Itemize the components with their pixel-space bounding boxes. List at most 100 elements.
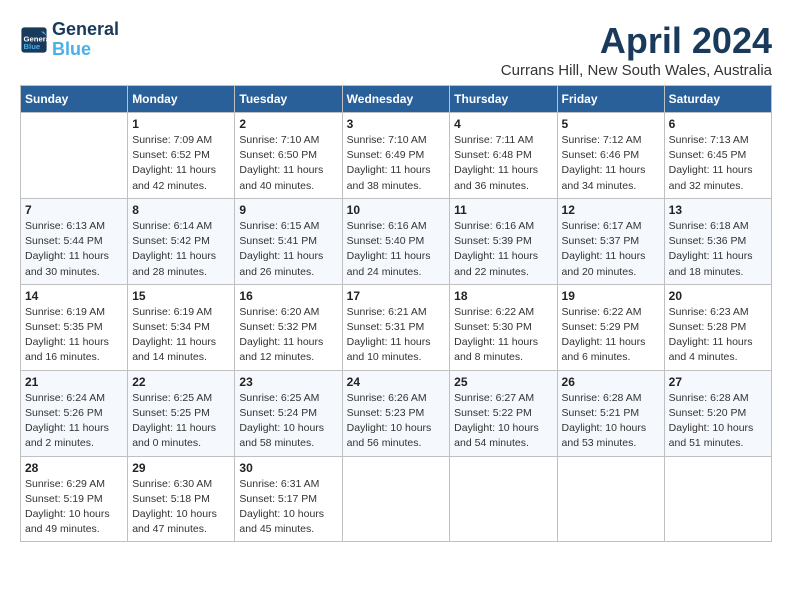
day-number: 21 xyxy=(25,375,123,389)
weekday-header-row: SundayMondayTuesdayWednesdayThursdayFrid… xyxy=(21,86,772,113)
day-info: Sunrise: 6:14 AM Sunset: 5:42 PM Dayligh… xyxy=(132,219,230,280)
day-number: 28 xyxy=(25,461,123,475)
day-number: 23 xyxy=(239,375,337,389)
calendar-cell: 26 Sunrise: 6:28 AM Sunset: 5:21 PM Dayli… xyxy=(557,370,664,456)
weekday-header-friday: Friday xyxy=(557,86,664,113)
day-info: Sunrise: 6:18 AM Sunset: 5:36 PM Dayligh… xyxy=(669,219,767,280)
day-info: Sunrise: 6:19 AM Sunset: 5:35 PM Dayligh… xyxy=(25,305,123,366)
title-block: April 2024 Currans Hill, New South Wales… xyxy=(501,20,772,79)
day-info: Sunrise: 6:22 AM Sunset: 5:30 PM Dayligh… xyxy=(454,305,552,366)
day-info: Sunrise: 6:21 AM Sunset: 5:31 PM Dayligh… xyxy=(347,305,446,366)
calendar-cell: 30 Sunrise: 6:31 AM Sunset: 5:17 PM Dayli… xyxy=(235,456,342,542)
day-info: Sunrise: 6:25 AM Sunset: 5:25 PM Dayligh… xyxy=(132,391,230,452)
day-info: Sunrise: 6:27 AM Sunset: 5:22 PM Dayligh… xyxy=(454,391,552,452)
day-number: 7 xyxy=(25,203,123,217)
calendar-cell: 1 Sunrise: 7:09 AM Sunset: 6:52 PM Daylig… xyxy=(128,113,235,199)
day-info: Sunrise: 6:28 AM Sunset: 5:20 PM Dayligh… xyxy=(669,391,767,452)
day-info: Sunrise: 7:09 AM Sunset: 6:52 PM Dayligh… xyxy=(132,133,230,194)
day-number: 5 xyxy=(562,117,660,131)
day-number: 29 xyxy=(132,461,230,475)
calendar-cell: 21 Sunrise: 6:24 AM Sunset: 5:26 PM Dayli… xyxy=(21,370,128,456)
day-info: Sunrise: 6:22 AM Sunset: 5:29 PM Dayligh… xyxy=(562,305,660,366)
day-info: Sunrise: 7:12 AM Sunset: 6:46 PM Dayligh… xyxy=(562,133,660,194)
day-info: Sunrise: 7:13 AM Sunset: 6:45 PM Dayligh… xyxy=(669,133,767,194)
day-number: 13 xyxy=(669,203,767,217)
day-info: Sunrise: 6:31 AM Sunset: 5:17 PM Dayligh… xyxy=(239,477,337,538)
day-number: 12 xyxy=(562,203,660,217)
day-number: 18 xyxy=(454,289,552,303)
calendar-cell: 3Sunrise: 7:10 AM Sunset: 6:49 PM Daylig… xyxy=(342,113,450,199)
calendar-cell: 18 Sunrise: 6:22 AM Sunset: 5:30 PM Dayli… xyxy=(450,284,557,370)
day-info: Sunrise: 7:11 AM Sunset: 6:48 PM Dayligh… xyxy=(454,133,552,194)
calendar-cell: 22 Sunrise: 6:25 AM Sunset: 5:25 PM Dayli… xyxy=(128,370,235,456)
day-number: 19 xyxy=(562,289,660,303)
day-number: 22 xyxy=(132,375,230,389)
calendar-cell: 17 Sunrise: 6:21 AM Sunset: 5:31 PM Dayli… xyxy=(342,284,450,370)
day-number: 10 xyxy=(347,203,446,217)
calendar-cell: 16Sunrise: 6:20 AM Sunset: 5:32 PM Dayli… xyxy=(235,284,342,370)
day-number: 25 xyxy=(454,375,552,389)
weekday-header-tuesday: Tuesday xyxy=(235,86,342,113)
weekday-header-thursday: Thursday xyxy=(450,86,557,113)
calendar-cell: 12 Sunrise: 6:17 AM Sunset: 5:37 PM Dayli… xyxy=(557,198,664,284)
logo-icon: General Blue xyxy=(20,26,48,54)
day-info: Sunrise: 6:16 AM Sunset: 5:40 PM Dayligh… xyxy=(347,219,446,280)
calendar-cell: 11Sunrise: 6:16 AM Sunset: 5:39 PM Dayli… xyxy=(450,198,557,284)
day-number: 24 xyxy=(347,375,446,389)
day-number: 8 xyxy=(132,203,230,217)
calendar-cell: 24Sunrise: 6:26 AM Sunset: 5:23 PM Dayli… xyxy=(342,370,450,456)
day-info: Sunrise: 6:13 AM Sunset: 5:44 PM Dayligh… xyxy=(25,219,123,280)
calendar-cell: 6 Sunrise: 7:13 AM Sunset: 6:45 PM Daylig… xyxy=(664,113,771,199)
calendar-cell: 13 Sunrise: 6:18 AM Sunset: 5:36 PM Dayli… xyxy=(664,198,771,284)
day-info: Sunrise: 6:24 AM Sunset: 5:26 PM Dayligh… xyxy=(25,391,123,452)
weekday-header-saturday: Saturday xyxy=(664,86,771,113)
calendar-cell: 9 Sunrise: 6:15 AM Sunset: 5:41 PM Daylig… xyxy=(235,198,342,284)
week-row-5: 28 Sunrise: 6:29 AM Sunset: 5:19 PM Dayli… xyxy=(21,456,772,542)
calendar-cell xyxy=(450,456,557,542)
day-number: 9 xyxy=(239,203,337,217)
day-number: 4 xyxy=(454,117,552,131)
logo-line1: General xyxy=(52,19,119,39)
week-row-2: 7 Sunrise: 6:13 AM Sunset: 5:44 PM Daylig… xyxy=(21,198,772,284)
calendar-cell xyxy=(557,456,664,542)
calendar-cell: 8 Sunrise: 6:14 AM Sunset: 5:42 PM Daylig… xyxy=(128,198,235,284)
day-number: 17 xyxy=(347,289,446,303)
calendar-cell xyxy=(664,456,771,542)
logo-text: General Blue xyxy=(52,20,119,60)
calendar-cell: 10 Sunrise: 6:16 AM Sunset: 5:40 PM Dayli… xyxy=(342,198,450,284)
day-info: Sunrise: 6:29 AM Sunset: 5:19 PM Dayligh… xyxy=(25,477,123,538)
day-info: Sunrise: 6:30 AM Sunset: 5:18 PM Dayligh… xyxy=(132,477,230,538)
week-row-1: 1 Sunrise: 7:09 AM Sunset: 6:52 PM Daylig… xyxy=(21,113,772,199)
day-info: Sunrise: 6:25 AM Sunset: 5:24 PM Dayligh… xyxy=(239,391,337,452)
day-info: Sunrise: 6:16 AM Sunset: 5:39 PM Dayligh… xyxy=(454,219,552,280)
calendar-cell: 25 Sunrise: 6:27 AM Sunset: 5:22 PM Dayli… xyxy=(450,370,557,456)
calendar-cell: 23 Sunrise: 6:25 AM Sunset: 5:24 PM Dayli… xyxy=(235,370,342,456)
day-number: 30 xyxy=(239,461,337,475)
day-number: 6 xyxy=(669,117,767,131)
day-number: 16 xyxy=(239,289,337,303)
calendar-cell: 5 Sunrise: 7:12 AM Sunset: 6:46 PM Daylig… xyxy=(557,113,664,199)
weekday-header-wednesday: Wednesday xyxy=(342,86,450,113)
day-number: 26 xyxy=(562,375,660,389)
calendar-cell: 15Sunrise: 6:19 AM Sunset: 5:34 PM Dayli… xyxy=(128,284,235,370)
day-number: 27 xyxy=(669,375,767,389)
day-info: Sunrise: 6:15 AM Sunset: 5:41 PM Dayligh… xyxy=(239,219,337,280)
calendar-cell: 7 Sunrise: 6:13 AM Sunset: 5:44 PM Daylig… xyxy=(21,198,128,284)
day-info: Sunrise: 6:17 AM Sunset: 5:37 PM Dayligh… xyxy=(562,219,660,280)
week-row-4: 21 Sunrise: 6:24 AM Sunset: 5:26 PM Dayli… xyxy=(21,370,772,456)
weekday-header-monday: Monday xyxy=(128,86,235,113)
calendar-cell xyxy=(21,113,128,199)
day-info: Sunrise: 6:28 AM Sunset: 5:21 PM Dayligh… xyxy=(562,391,660,452)
calendar-cell: 20Sunrise: 6:23 AM Sunset: 5:28 PM Dayli… xyxy=(664,284,771,370)
day-number: 1 xyxy=(132,117,230,131)
day-number: 14 xyxy=(25,289,123,303)
calendar-table: SundayMondayTuesdayWednesdayThursdayFrid… xyxy=(20,85,772,542)
calendar-cell: 28 Sunrise: 6:29 AM Sunset: 5:19 PM Dayli… xyxy=(21,456,128,542)
logo-line2: Blue xyxy=(52,39,91,59)
month-title: April 2024 xyxy=(501,20,772,62)
day-number: 20 xyxy=(669,289,767,303)
calendar-cell: 14 Sunrise: 6:19 AM Sunset: 5:35 PM Dayli… xyxy=(21,284,128,370)
day-number: 15 xyxy=(132,289,230,303)
weekday-header-sunday: Sunday xyxy=(21,86,128,113)
location-title: Currans Hill, New South Wales, Australia xyxy=(501,62,772,79)
